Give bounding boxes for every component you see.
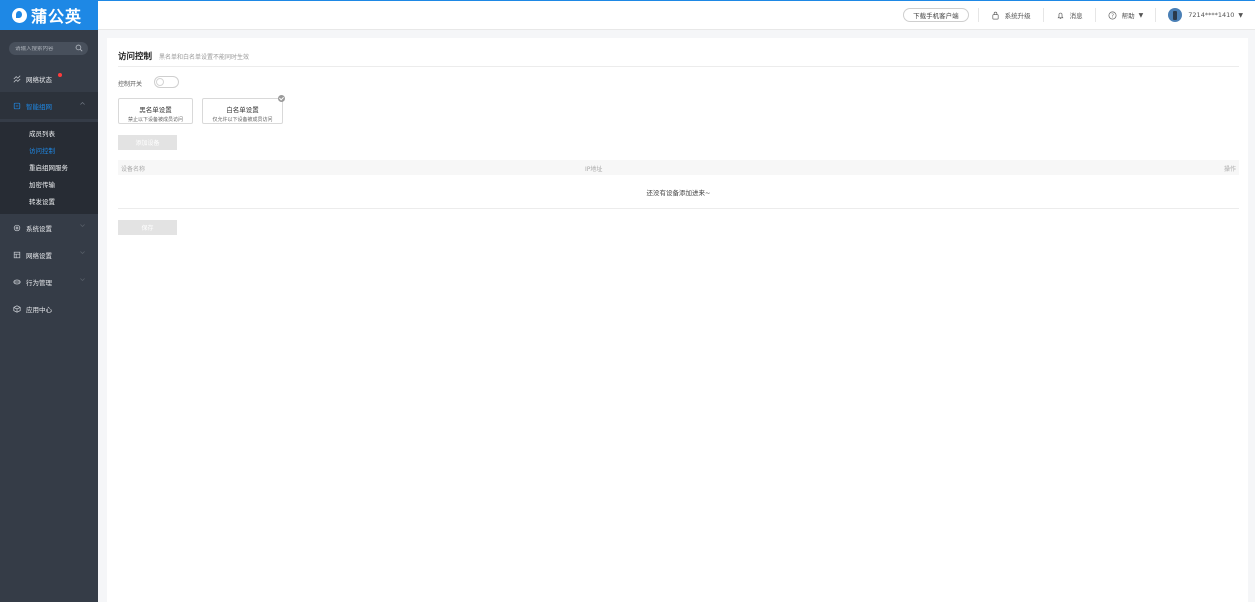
svg-text:?: ? xyxy=(1111,13,1114,19)
app-center-icon xyxy=(13,304,21,313)
sidebar-item-networking[interactable]: 智能组网 xyxy=(0,92,98,119)
chevron-down-icon xyxy=(80,224,85,228)
column-device-name: 设备名称 xyxy=(121,166,146,173)
networking-submenu: 成员列表 访问控制 重启组网服务 加密传输 转发设置 xyxy=(0,122,98,214)
caret-down-icon: ▼ xyxy=(1138,11,1144,19)
network-status-icon xyxy=(13,75,21,82)
title-divider xyxy=(118,66,1239,67)
top-header: 蒲公英 下载手机客户端 系统升级 消息 ? 帮助 ▼ 7214****1410 … xyxy=(0,0,1255,30)
header-actions: 下载手机客户端 系统升级 消息 ? 帮助 ▼ 7214****1410 ▼ xyxy=(903,0,1255,30)
download-client-button[interactable]: 下载手机客户端 xyxy=(903,8,969,22)
control-switch-toggle[interactable] xyxy=(154,76,179,88)
sidebar-item-label: 网络设置 xyxy=(26,251,52,260)
sidebar-item-label: 应用中心 xyxy=(26,305,52,314)
submenu-item-forwarding[interactable]: 转发设置 xyxy=(29,196,55,206)
upgrade-icon xyxy=(992,11,999,19)
bell-icon xyxy=(1057,12,1064,19)
sidebar: 网络状态 智能组网 成员列表 访问控制 重启组网服务 加密传输 转发设置 系统设… xyxy=(0,30,98,602)
sidebar-item-label: 网络状态 xyxy=(26,75,52,84)
logo-mark-icon xyxy=(12,7,27,23)
account-label: 7214****1410 xyxy=(1188,11,1235,19)
sidebar-search xyxy=(9,42,88,55)
system-upgrade-link[interactable]: 系统升级 xyxy=(977,8,1043,22)
brand-name: 蒲公英 xyxy=(31,7,83,26)
whitelist-desc: 仅允许以下设备被成员访问 xyxy=(212,117,273,123)
column-ip-address: IP地址 xyxy=(585,166,603,173)
sidebar-item-system-settings[interactable]: 系统设置 xyxy=(0,214,98,241)
switch-knob xyxy=(156,78,164,86)
page-subtitle: 黑名单和白名单设置不能同时生效 xyxy=(159,54,250,61)
selected-check-icon xyxy=(278,95,285,102)
whitelist-option[interactable]: 白名单设置 仅允许以下设备被成员访问 xyxy=(202,95,285,124)
sidebar-item-app-center[interactable]: 应用中心 xyxy=(0,295,98,322)
search-input[interactable] xyxy=(15,45,75,52)
sidebar-item-label: 智能组网 xyxy=(26,102,52,111)
caret-down-icon: ▼ xyxy=(1238,11,1243,19)
device-table-header: 设备名称 IP地址 操作 xyxy=(118,160,1239,175)
submenu-item-access-control[interactable]: 访问控制 xyxy=(29,145,55,155)
avatar xyxy=(1168,8,1183,22)
table-empty-state: 还没有设备添加进来~ xyxy=(118,175,1239,209)
brand-logo[interactable]: 蒲公英 xyxy=(0,0,98,30)
column-actions: 操作 xyxy=(1223,166,1236,173)
page-title: 访问控制 xyxy=(118,52,153,62)
control-switch-label: 控制开关 xyxy=(118,81,143,88)
sidebar-item-label: 行为管理 xyxy=(26,278,52,287)
help-menu[interactable]: ? 帮助 ▼ xyxy=(1094,8,1156,22)
messages-label: 消息 xyxy=(1069,12,1083,20)
networking-icon xyxy=(13,102,21,109)
sidebar-item-label: 系统设置 xyxy=(26,224,52,233)
submenu-item-members[interactable]: 成员列表 xyxy=(29,128,55,138)
blacklist-option[interactable]: 黑名单设置 禁止以下设备被成员访问 xyxy=(118,98,193,124)
messages-link[interactable]: 消息 xyxy=(1042,8,1095,22)
help-label: 帮助 xyxy=(1121,12,1135,20)
chevron-down-icon xyxy=(80,278,85,282)
chevron-down-icon xyxy=(80,251,85,255)
submenu-item-encryption[interactable]: 加密传输 xyxy=(29,179,55,189)
whitelist-title: 白名单设置 xyxy=(226,106,259,114)
sidebar-item-network-settings[interactable]: 网络设置 xyxy=(0,241,98,268)
gear-icon xyxy=(13,224,21,231)
blacklist-desc: 禁止以下设备被成员访问 xyxy=(127,117,183,123)
save-button[interactable]: 保存 xyxy=(118,220,177,235)
notification-dot xyxy=(58,73,62,77)
blacklist-title: 黑名单设置 xyxy=(139,106,172,114)
add-device-button[interactable]: 添加设备 xyxy=(118,135,177,150)
sidebar-item-network-status[interactable]: 网络状态 xyxy=(0,65,98,92)
help-icon: ? xyxy=(1108,11,1117,19)
search-icon[interactable] xyxy=(75,44,83,52)
sidebar-item-behavior-management[interactable]: 行为管理 xyxy=(0,268,98,295)
submenu-item-restart-service[interactable]: 重启组网服务 xyxy=(29,162,68,172)
network-settings-icon xyxy=(13,251,21,258)
system-upgrade-label: 系统升级 xyxy=(1004,12,1031,20)
behavior-icon xyxy=(13,279,21,284)
account-menu[interactable]: 7214****1410 ▼ xyxy=(1155,8,1255,22)
chevron-up-icon xyxy=(80,101,85,105)
main-panel: 访问控制 黑名单和白名单设置不能同时生效 控制开关 黑名单设置 禁止以下设备被成… xyxy=(107,38,1248,602)
